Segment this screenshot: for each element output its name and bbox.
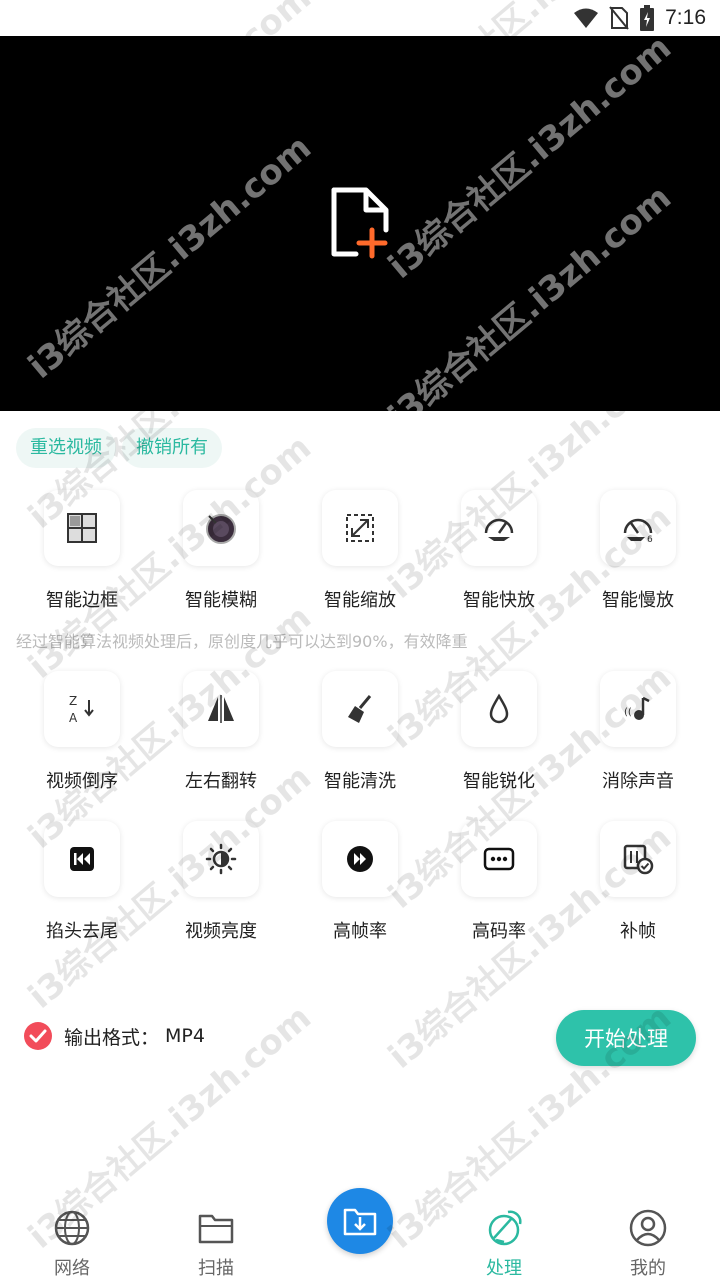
tool-high-bitrate[interactable]: 高码率 xyxy=(429,821,569,943)
tool-frame-interpolation[interactable]: 补帧 xyxy=(568,821,708,943)
tool-label: 智能清洗 xyxy=(324,771,396,792)
tool-label: 智能锐化 xyxy=(463,771,535,792)
tool-label: 智能边框 xyxy=(46,590,118,611)
tool-flip-horizontal[interactable]: 左右翻转 xyxy=(151,671,291,793)
broom-icon xyxy=(348,695,372,723)
tool-smart-fast-tile[interactable] xyxy=(461,490,537,566)
nav-label-network: 网络 xyxy=(54,1258,90,1279)
tool-smart-zoom-tile[interactable] xyxy=(322,490,398,566)
tool-label: 视频亮度 xyxy=(185,921,257,942)
folder-download-icon xyxy=(343,1208,377,1236)
no-sim-icon xyxy=(609,6,629,30)
brightness-icon xyxy=(205,843,237,875)
reselect-video-chip[interactable]: 重选视频 xyxy=(16,428,116,468)
battery-charging-icon xyxy=(640,5,655,31)
add-file-icon[interactable] xyxy=(326,186,396,261)
status-icons: 7:16 xyxy=(573,4,706,32)
tool-smart-zoom[interactable]: 智能缩放 xyxy=(290,490,430,612)
svg-text:6: 6 xyxy=(647,535,653,543)
slow-down-icon: 6 xyxy=(623,518,653,543)
tool-trim[interactable]: 掐头去尾 xyxy=(12,821,152,943)
tool-high-bitrate-tile[interactable] xyxy=(461,821,537,897)
tool-label: 智能模糊 xyxy=(185,590,257,611)
zoom-arrows-icon xyxy=(346,514,374,542)
flip-horizontal-icon xyxy=(208,695,234,723)
start-processing-button[interactable]: 开始处理 xyxy=(556,1010,696,1066)
tool-high-framerate[interactable]: 高帧率 xyxy=(290,821,430,943)
tool-smart-clean[interactable]: 智能清洗 xyxy=(290,671,430,793)
tool-smart-sharpen[interactable]: 智能锐化 xyxy=(429,671,569,793)
border-grid-icon xyxy=(67,513,97,543)
download-fab[interactable] xyxy=(327,1188,393,1254)
mute-note-icon: (( xyxy=(624,696,650,720)
tool-smart-sharpen-tile[interactable] xyxy=(461,671,537,747)
rewind-icon xyxy=(70,847,94,871)
output-format-row[interactable]: 输出格式： MP4 xyxy=(24,1022,205,1050)
tool-label: 智能快放 xyxy=(463,590,535,611)
blur-lens-icon xyxy=(206,514,236,544)
nav-item-scan[interactable]: 扫描 xyxy=(166,1208,266,1280)
tool-remove-sound[interactable]: (( 消除声音 xyxy=(568,671,708,793)
tool-label: 补帧 xyxy=(620,921,656,942)
folder-icon xyxy=(198,1214,234,1244)
tool-smart-border-tile[interactable] xyxy=(44,490,120,566)
frame-check-icon xyxy=(623,844,654,875)
tool-label: 视频倒序 xyxy=(46,771,118,792)
svg-text:A: A xyxy=(69,711,78,725)
nav-item-network[interactable]: 网络 xyxy=(22,1208,122,1280)
tool-label: 左右翻转 xyxy=(185,771,257,792)
tool-smart-slow[interactable]: 6 智能慢放 xyxy=(568,490,708,612)
wifi-icon xyxy=(574,8,599,28)
tool-remove-sound-tile[interactable]: (( xyxy=(600,671,676,747)
tool-smart-blur-tile[interactable] xyxy=(183,490,259,566)
tool-smart-border[interactable]: 智能边框 xyxy=(12,490,152,612)
water-drop-icon xyxy=(489,693,509,724)
tool-brightness-tile[interactable] xyxy=(183,821,259,897)
description-text: 经过智能算法视频处理后，原创度几乎可以达到90%，有效降重 xyxy=(16,632,468,651)
tool-smart-blur[interactable]: 智能模糊 xyxy=(151,490,291,612)
tool-smart-slow-tile[interactable]: 6 xyxy=(600,490,676,566)
tool-smart-clean-tile[interactable] xyxy=(322,671,398,747)
sort-reverse-icon: ZA xyxy=(69,694,94,725)
tool-trim-tile[interactable] xyxy=(44,821,120,897)
output-format-value[interactable]: MP4 xyxy=(165,1025,205,1047)
status-bar: 7:16 xyxy=(0,0,720,36)
nav-item-mine[interactable]: 我的 xyxy=(598,1208,698,1280)
bottom-navigation: 网络 扫描 处理 我的 xyxy=(0,1180,720,1280)
action-chips: 重选视频 撤销所有 xyxy=(16,428,222,468)
fast-forward-circle-icon xyxy=(347,846,373,872)
user-profile-icon xyxy=(629,1209,667,1247)
tool-label: 智能慢放 xyxy=(602,590,674,611)
undo-all-chip[interactable]: 撤销所有 xyxy=(122,428,222,468)
svg-text:Z: Z xyxy=(69,694,77,708)
tool-label: 高帧率 xyxy=(333,921,387,942)
svg-text:((: (( xyxy=(624,707,632,718)
tool-high-framerate-tile[interactable] xyxy=(322,821,398,897)
tool-flip-horizontal-tile[interactable] xyxy=(183,671,259,747)
speed-up-icon xyxy=(484,518,514,541)
tool-video-reverse-tile[interactable]: ZA xyxy=(44,671,120,747)
nav-label-mine: 我的 xyxy=(630,1258,666,1279)
video-preview-area[interactable] xyxy=(0,36,720,411)
status-time: 7:16 xyxy=(665,6,706,29)
output-format-label: 输出格式： xyxy=(64,1026,160,1049)
nav-label-process: 处理 xyxy=(486,1258,522,1279)
globe-icon xyxy=(54,1210,90,1246)
tool-label: 消除声音 xyxy=(602,771,674,792)
nav-label-scan: 扫描 xyxy=(198,1258,234,1279)
tool-brightness[interactable]: 视频亮度 xyxy=(151,821,291,943)
tool-video-reverse[interactable]: ZA 视频倒序 xyxy=(12,671,152,793)
more-dots-icon xyxy=(483,847,515,871)
tool-label: 掐头去尾 xyxy=(46,921,118,942)
satellite-dish-icon xyxy=(488,1210,522,1246)
checked-icon[interactable] xyxy=(24,1022,52,1050)
tool-smart-fast[interactable]: 智能快放 xyxy=(429,490,569,612)
tool-label: 智能缩放 xyxy=(324,590,396,611)
nav-item-process[interactable]: 处理 xyxy=(454,1208,554,1280)
tool-label: 高码率 xyxy=(472,921,526,942)
tool-frame-interpolation-tile[interactable] xyxy=(600,821,676,897)
